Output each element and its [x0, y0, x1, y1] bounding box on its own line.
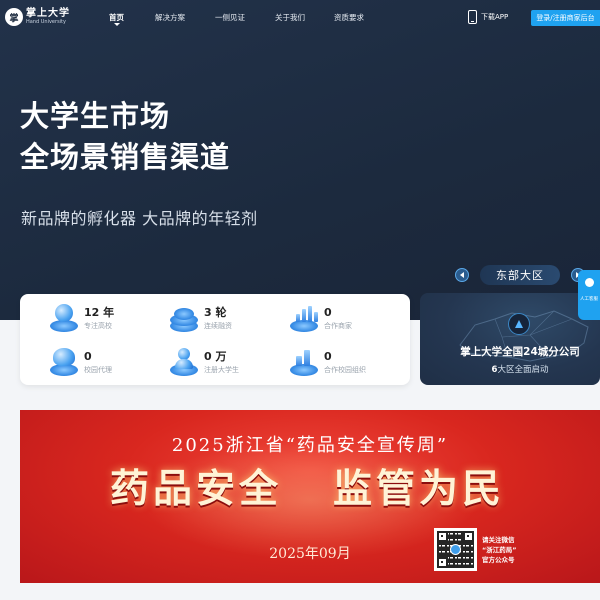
disc-orb-icon	[48, 302, 80, 334]
stat-value: 0	[84, 349, 92, 363]
headset-icon	[584, 278, 594, 287]
stat-label: 校园代理	[84, 365, 112, 374]
region-subtitle-text: 大区全面启动	[497, 365, 549, 375]
region-title: 掌上大学全国24城分公司	[460, 346, 580, 358]
merchant-login-button[interactable]: 登录/注册商家后台	[531, 10, 600, 26]
phone-icon	[468, 10, 477, 24]
stat-value: 0 万	[204, 349, 227, 363]
coins-stack-icon	[168, 302, 200, 334]
bar-chart-icon	[288, 302, 320, 334]
nav-item-home[interactable]: 首页	[109, 12, 124, 26]
stat-merchants: 0 合作商家	[288, 302, 352, 334]
region-card[interactable]: 掌上大学全国24城分公司 6大区全面启动	[420, 293, 600, 385]
qr-caption-line: 官方公众号	[482, 556, 515, 564]
stat-students: 0 万注册大学生	[168, 346, 239, 378]
stat-agents: 0 校园代理	[48, 346, 112, 378]
logo-name-en: Hand University	[26, 19, 66, 25]
download-app-link[interactable]: 下载APP	[468, 10, 508, 24]
banner-slogan-right: 监管为民	[333, 466, 506, 512]
promo-banner[interactable]: 2025浙江省“药品安全宣传周” 药品安全 监管为民 2025年09月 请关注微…	[20, 410, 600, 583]
chevron-left-icon	[460, 272, 464, 278]
nav-item-qualification[interactable]: 资质要求	[334, 12, 364, 23]
stat-label: 注册大学生	[204, 365, 239, 374]
stat-value: 0	[324, 305, 332, 319]
stats-card: 12 年专注高校 3 轮连续融资 0 合作商家 0 校园代理 0 万注册大学生 0 合…	[20, 294, 410, 385]
qr-caption-line: “浙江药局”	[482, 546, 517, 554]
hero-subline: 新品牌的孵化器 大品牌的年轻剂	[21, 209, 258, 228]
customer-service-label: 人工客服	[580, 297, 598, 302]
customer-service-float[interactable]: 人工客服	[578, 270, 600, 320]
stat-organizations: 0 合作校园组织	[288, 346, 366, 378]
site-logo[interactable]: 掌 掌上大学 Hand University	[5, 8, 70, 26]
stat-label: 合作商家	[324, 321, 352, 330]
stat-value: 0	[324, 349, 332, 363]
cloud-disc-icon	[48, 346, 80, 378]
hero-headline-line2: 全场景销售渠道	[20, 140, 231, 174]
nav-item-solutions[interactable]: 解决方案	[155, 12, 185, 23]
stat-label: 合作校园组织	[324, 365, 366, 374]
region-tab[interactable]: 东部大区	[480, 265, 560, 285]
user-disc-icon	[168, 346, 200, 378]
stat-funding: 3 轮连续融资	[168, 302, 232, 334]
hero-headline: 大学生市场 全场景销售渠道	[20, 96, 230, 178]
top-navigation-bar: 掌 掌上大学 Hand University 首页 解决方案 一侧见证 关于我们…	[0, 0, 600, 36]
nav-item-cases[interactable]: 一侧见证	[215, 12, 245, 23]
nav-item-label: 首页	[109, 13, 124, 22]
wechat-qr-code	[434, 528, 477, 571]
active-caret-icon	[113, 23, 120, 26]
qr-logo-icon	[450, 544, 461, 555]
banner-slogan-left: 药品安全	[110, 466, 283, 512]
download-app-label: 下载APP	[481, 13, 509, 21]
stat-years: 12 年专注高校	[48, 302, 114, 334]
location-pin-icon	[508, 313, 530, 335]
building-blocks-icon	[288, 346, 320, 378]
logo-name-cn: 掌上大学	[26, 8, 70, 19]
qr-caption: 请关注微信 “浙江药局” 官方公众号	[482, 535, 517, 565]
stat-label: 专注高校	[84, 321, 112, 330]
logo-mark-icon: 掌	[5, 8, 23, 26]
stat-value: 12 年	[84, 305, 115, 319]
banner-title: 2025浙江省“药品安全宣传周”	[171, 435, 449, 456]
qr-caption-line: 请关注微信	[482, 536, 515, 544]
stat-label: 连续融资	[204, 321, 232, 330]
stat-value: 3 轮	[204, 305, 227, 319]
region-subtitle: 6大区全面启动	[420, 363, 600, 375]
hero-headline-line1: 大学生市场	[20, 99, 171, 133]
nav-item-about[interactable]: 关于我们	[275, 12, 305, 23]
region-prev-button[interactable]	[455, 268, 469, 282]
